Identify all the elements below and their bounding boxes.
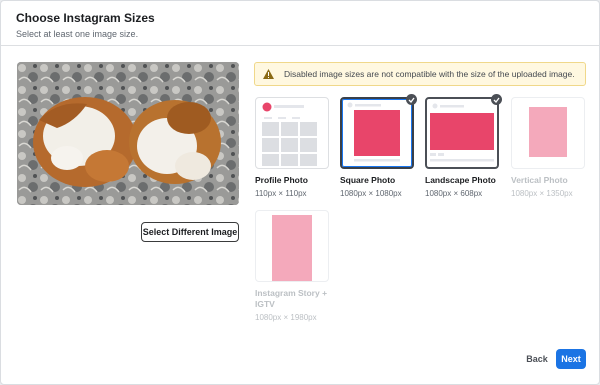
landscape-photo-preview	[425, 94, 502, 169]
size-option-instagram-story: Instagram Story + IGTV 1080px × 1980px	[255, 210, 329, 322]
size-dimensions: 110px × 110px	[255, 189, 307, 198]
size-option-square-photo[interactable]: Square Photo 1080px × 1080px	[340, 94, 417, 198]
uploaded-image	[17, 62, 239, 205]
size-label: Profile Photo	[255, 175, 308, 185]
choose-sizes-dialog: Choose Instagram Sizes Select at least o…	[0, 0, 600, 385]
size-option-vertical-photo: Vertical Photo 1080px × 1350px	[511, 97, 585, 198]
back-button[interactable]: Back	[521, 349, 553, 369]
size-label: Vertical Photo	[511, 175, 568, 185]
header-divider	[1, 45, 599, 46]
size-label: Instagram Story + IGTV	[255, 288, 328, 309]
select-different-image-button[interactable]: Select Different Image	[141, 222, 239, 242]
size-dimensions: 1080px × 1980px	[255, 313, 317, 322]
selected-check-icon	[491, 94, 502, 105]
story-preview	[255, 210, 329, 282]
dialog-title: Choose Instagram Sizes	[16, 11, 155, 25]
square-photo-preview	[340, 94, 417, 169]
selected-check-icon	[406, 94, 417, 105]
size-label: Square Photo	[340, 175, 396, 185]
next-button[interactable]: Next	[556, 349, 586, 369]
size-dimensions: 1080px × 1350px	[511, 189, 573, 198]
vertical-photo-preview	[511, 97, 585, 169]
dialog-header: Choose Instagram Sizes Select at least o…	[16, 11, 155, 39]
size-label: Landscape Photo	[425, 175, 496, 185]
profile-photo-preview	[255, 97, 329, 169]
size-dimensions: 1080px × 1080px	[340, 189, 402, 198]
size-option-landscape-photo[interactable]: Landscape Photo 1080px × 608px	[425, 94, 502, 198]
warning-icon	[263, 69, 274, 79]
warning-banner: Disabled image sizes are not compatible …	[254, 62, 586, 86]
dialog-subtitle: Select at least one image size.	[16, 29, 139, 39]
warning-text: Disabled image sizes are not compatible …	[284, 69, 575, 79]
size-option-profile-photo[interactable]: Profile Photo 110px × 110px	[255, 97, 329, 198]
size-dimensions: 1080px × 608px	[425, 189, 483, 198]
